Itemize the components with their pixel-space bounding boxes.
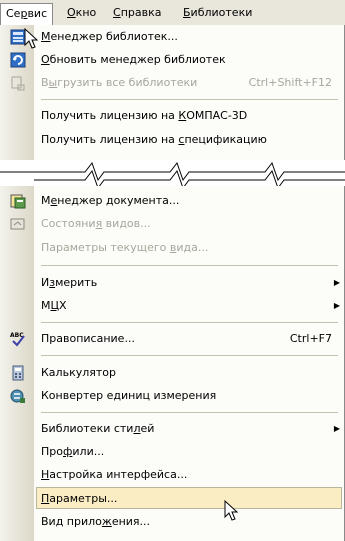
menu-separator	[41, 322, 338, 323]
menu-item-profiles[interactable]: Профили...	[0, 441, 344, 463]
menu-item-unload-libraries: Выгрузить все библиотеки Ctrl+Shift+F12	[0, 72, 344, 94]
menu-item-app-view[interactable]: Вид приложения...	[0, 511, 344, 533]
menu-item-label: Получить лицензию на спецификацию	[41, 133, 267, 146]
menu-separator	[41, 355, 338, 356]
menu-help-text-c: правка	[120, 6, 162, 19]
menu-service-text-a: Се	[6, 7, 21, 20]
service-menu-top: Менеджер библиотек... Обновить менеджер …	[0, 25, 345, 172]
submenu-arrow-icon: ▶	[333, 424, 340, 433]
menu-item-license-kompas[interactable]: Получить лицензию на КОМПАС-3D	[0, 105, 344, 127]
submenu-arrow-icon: ▶	[333, 301, 340, 310]
menu-bar: Сервис Окно Справка Библиотеки	[0, 0, 345, 25]
menu-separator	[41, 99, 338, 100]
view-state-icon	[10, 216, 26, 232]
menu-service[interactable]: Сервис	[0, 3, 54, 25]
unload-libraries-icon	[10, 75, 26, 91]
mouse-pointer-icon	[24, 28, 38, 49]
menu-item-label: Правописание...	[41, 332, 135, 345]
menu-item-mcx[interactable]: МЦХ ▶	[0, 295, 344, 317]
menu-item-ui-settings[interactable]: Настройка интерфейса...	[0, 464, 344, 486]
service-menu-bottom: Менеджер документа... Состояния видов...…	[0, 186, 345, 541]
menu-item-license-spec[interactable]: Получить лицензию на спецификацию	[0, 129, 344, 151]
menu-item-shortcut: Ctrl+Shift+F12	[248, 76, 332, 89]
unit-converter-icon	[10, 388, 26, 404]
menu-item-label: Параметры текущего вида...	[41, 241, 209, 254]
menu-item-label: Состояния видов...	[41, 217, 151, 230]
menu-window-text-c: кно	[75, 6, 97, 19]
menu-service-text-c: вис	[27, 7, 48, 20]
menu-item-label: Настройка интерфейса...	[41, 468, 188, 481]
menu-item-parameters[interactable]: Параметры...	[36, 487, 342, 509]
menu-item-view-state: Состояния видов...	[0, 213, 344, 235]
menu-item-spelling[interactable]: ABC Правописание... Ctrl+F7	[0, 328, 344, 350]
document-manager-icon	[10, 193, 26, 209]
menu-item-label: Измерить	[41, 276, 98, 289]
mouse-pointer-icon	[224, 500, 238, 521]
menu-item-label: МЦХ	[41, 299, 67, 312]
menu-libraries-text-c: иблиотеки	[190, 6, 253, 19]
menu-help[interactable]: Справка	[108, 3, 166, 22]
menu-item-calculator[interactable]: Калькулятор	[0, 362, 344, 384]
menu-item-label: Параметры...	[41, 492, 118, 505]
menu-item-shortcut: Ctrl+F7	[289, 332, 332, 345]
menu-item-document-manager[interactable]: Менеджер документа...	[0, 190, 344, 212]
menu-item-label: Выгрузить все библиотеки	[41, 76, 198, 89]
menu-item-view-params: Параметры текущего вида...	[0, 237, 344, 259]
menu-window[interactable]: Окно	[62, 3, 101, 22]
spellcheck-icon: ABC	[10, 331, 26, 347]
menu-item-label: Профили...	[41, 445, 105, 458]
calculator-icon	[10, 365, 26, 381]
menu-help-text-b: С	[113, 6, 121, 19]
menu-libraries[interactable]: Библиотеки	[178, 3, 257, 22]
menu-item-update-libraries[interactable]: Обновить менеджер библиотек	[0, 49, 344, 71]
menu-item-style-libraries[interactable]: Библиотеки стилей ▶	[0, 418, 344, 440]
menu-item-label: Вид приложения...	[41, 515, 151, 528]
menu-item-label: Конвертер единиц измерения	[41, 389, 217, 402]
menu-item-label: Менеджер библиотек...	[41, 30, 178, 43]
menu-item-label: Менеджер документа...	[41, 194, 180, 207]
menu-item-measure[interactable]: Измерить ▶	[0, 272, 344, 294]
menu-item-unit-converter[interactable]: Конвертер единиц измерения	[0, 385, 344, 407]
menu-item-label: Калькулятор	[41, 366, 116, 379]
refresh-library-icon	[10, 52, 26, 68]
menu-separator	[41, 412, 338, 413]
menu-item-label: Обновить менеджер библиотек	[41, 53, 226, 66]
submenu-arrow-icon: ▶	[333, 278, 340, 287]
menu-item-library-manager[interactable]: Менеджер библиотек...	[0, 26, 344, 48]
menu-item-label: Получить лицензию на КОМПАС-3D	[41, 109, 248, 122]
menu-separator	[41, 265, 338, 266]
menu-window-text-b: О	[67, 6, 76, 19]
menu-item-label: Библиотеки стилей	[41, 422, 155, 435]
menu-libraries-text-b: Б	[183, 6, 191, 19]
